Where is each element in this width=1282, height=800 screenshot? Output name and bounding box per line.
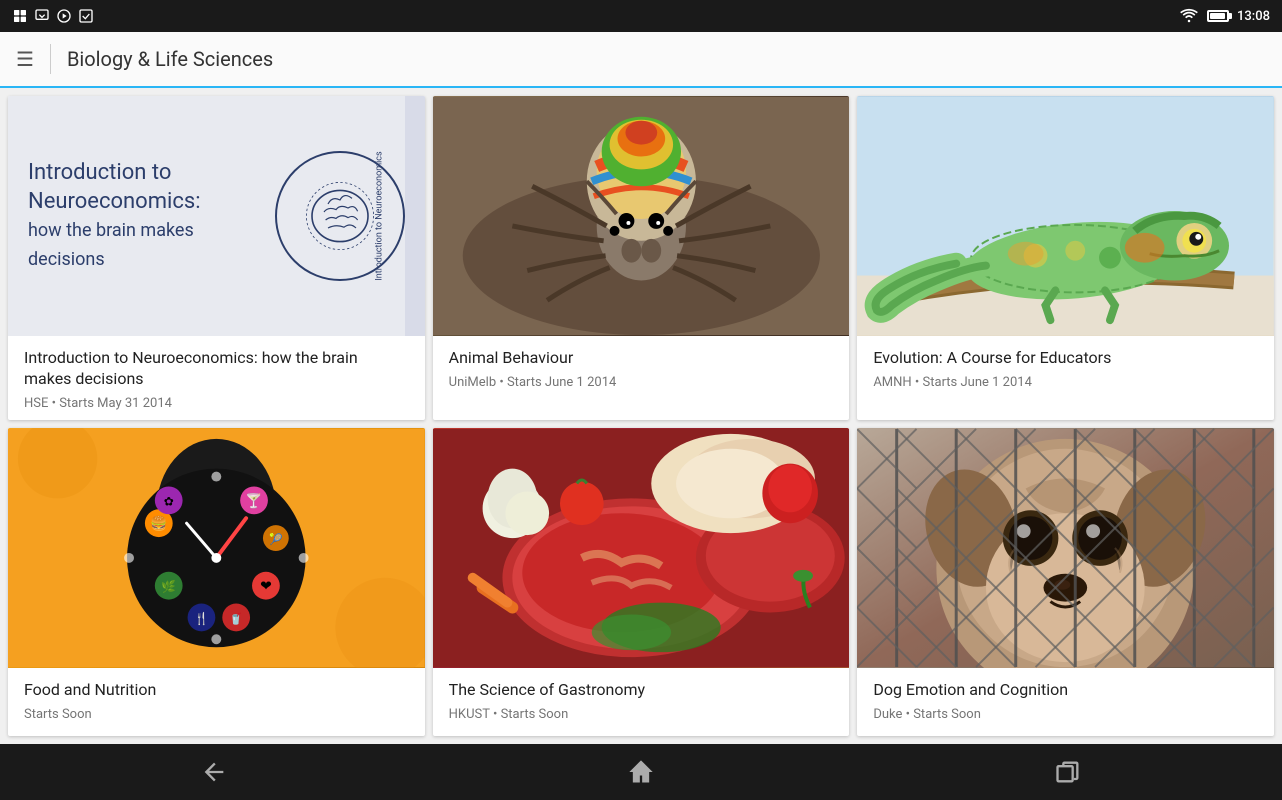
card-title-5: The Science of Gastronomy [449,680,834,701]
card-meta-5: HKUST • Starts Soon [449,707,834,722]
svg-text:🎾: 🎾 [269,532,283,546]
card-info-6: Dog Emotion and Cognition Duke • Starts … [857,668,1274,736]
card-title-2: Animal Behaviour [449,348,834,369]
battery-icon [1207,10,1229,22]
card-image-6 [857,428,1274,668]
food-clock-cover: 🍸 🍔 ✿ 🎾 [8,428,425,668]
card-info-2: Animal Behaviour UniMelb • Starts June 1… [433,336,850,404]
neuroeconomics-cover: Introduction toNeuroeconomics:how the br… [8,96,425,336]
card-info-5: The Science of Gastronomy HKUST • Starts… [433,668,850,736]
card-title-3: Evolution: A Course for Educators [873,348,1258,369]
status-bar-icons [12,8,94,24]
recent-apps-button[interactable] [1028,758,1108,786]
chameleon-illustration [857,96,1274,336]
top-nav: ☰ Biology & Life Sciences [0,32,1282,88]
menu-button[interactable]: ☰ [16,47,34,71]
course-card-5[interactable]: The Science of Gastronomy HKUST • Starts… [433,428,850,736]
bottom-nav [0,744,1282,800]
svg-text:🍔: 🍔 [150,515,167,532]
card-image-5 [433,428,850,668]
dog-illustration [857,428,1274,668]
check-icon [78,8,94,24]
chameleon-cover [857,96,1274,336]
wifi-icon [1179,8,1199,24]
card-info-3: Evolution: A Course for Educators AMNH •… [857,336,1274,404]
svg-text:🍸: 🍸 [245,492,262,510]
spider-cover [433,96,850,336]
course-card-3[interactable]: Evolution: A Course for Educators AMNH •… [857,96,1274,420]
spider-illustration [433,96,850,336]
svg-text:🍴: 🍴 [194,612,209,626]
nav-divider [50,44,51,74]
course-grid: Introduction toNeuroeconomics:how the br… [0,88,1282,744]
card-meta-1: HSE • Starts May 31 2014 [24,396,409,411]
card-image-1: Introduction toNeuroeconomics:how the br… [8,96,425,336]
play-icon [56,8,72,24]
home-button[interactable] [601,758,681,786]
food-clock-illustration: 🍸 🍔 ✿ 🎾 [8,428,425,668]
svg-text:🥤: 🥤 [229,613,243,626]
status-bar-right: 13:08 [1179,8,1270,24]
back-button[interactable] [174,758,254,786]
brain-circle-decoration [275,151,405,281]
meat-illustration [433,428,850,668]
card-meta-4: Starts Soon [24,707,409,722]
svg-text:✿: ✿ [164,495,174,509]
meat-cover [433,428,850,668]
card-info-1: Introduction to Neuroeconomics: how the … [8,336,425,420]
course-card-4[interactable]: 🍸 🍔 ✿ 🎾 [8,428,425,736]
card-meta-6: Duke • Starts Soon [873,707,1258,722]
card-title-1: Introduction to Neuroeconomics: how the … [24,348,409,390]
course-cover-text: Introduction toNeuroeconomics:how the br… [28,159,201,273]
card-title-4: Food and Nutrition [24,680,409,701]
download-icon [34,8,50,24]
card-image-4: 🍸 🍔 ✿ 🎾 [8,428,425,668]
card-meta-3: AMNH • Starts June 1 2014 [873,375,1258,390]
course-card-1[interactable]: Introduction toNeuroeconomics:how the br… [8,96,425,420]
card-image-3 [857,96,1274,336]
status-time: 13:08 [1237,9,1270,24]
card-info-4: Food and Nutrition Starts Soon [8,668,425,736]
page-title: Biology & Life Sciences [67,47,273,71]
notification-icon [12,8,28,24]
status-bar: 13:08 [0,0,1282,32]
svg-text:🌿: 🌿 [161,580,176,594]
svg-text:❤: ❤ [260,579,272,595]
course-card-6[interactable]: Dog Emotion and Cognition Duke • Starts … [857,428,1274,736]
card-image-2 [433,96,850,336]
card-title-6: Dog Emotion and Cognition [873,680,1258,701]
course-card-2[interactable]: Animal Behaviour UniMelb • Starts June 1… [433,96,850,420]
card-meta-2: UniMelb • Starts June 1 2014 [449,375,834,390]
dog-cover [857,428,1274,668]
